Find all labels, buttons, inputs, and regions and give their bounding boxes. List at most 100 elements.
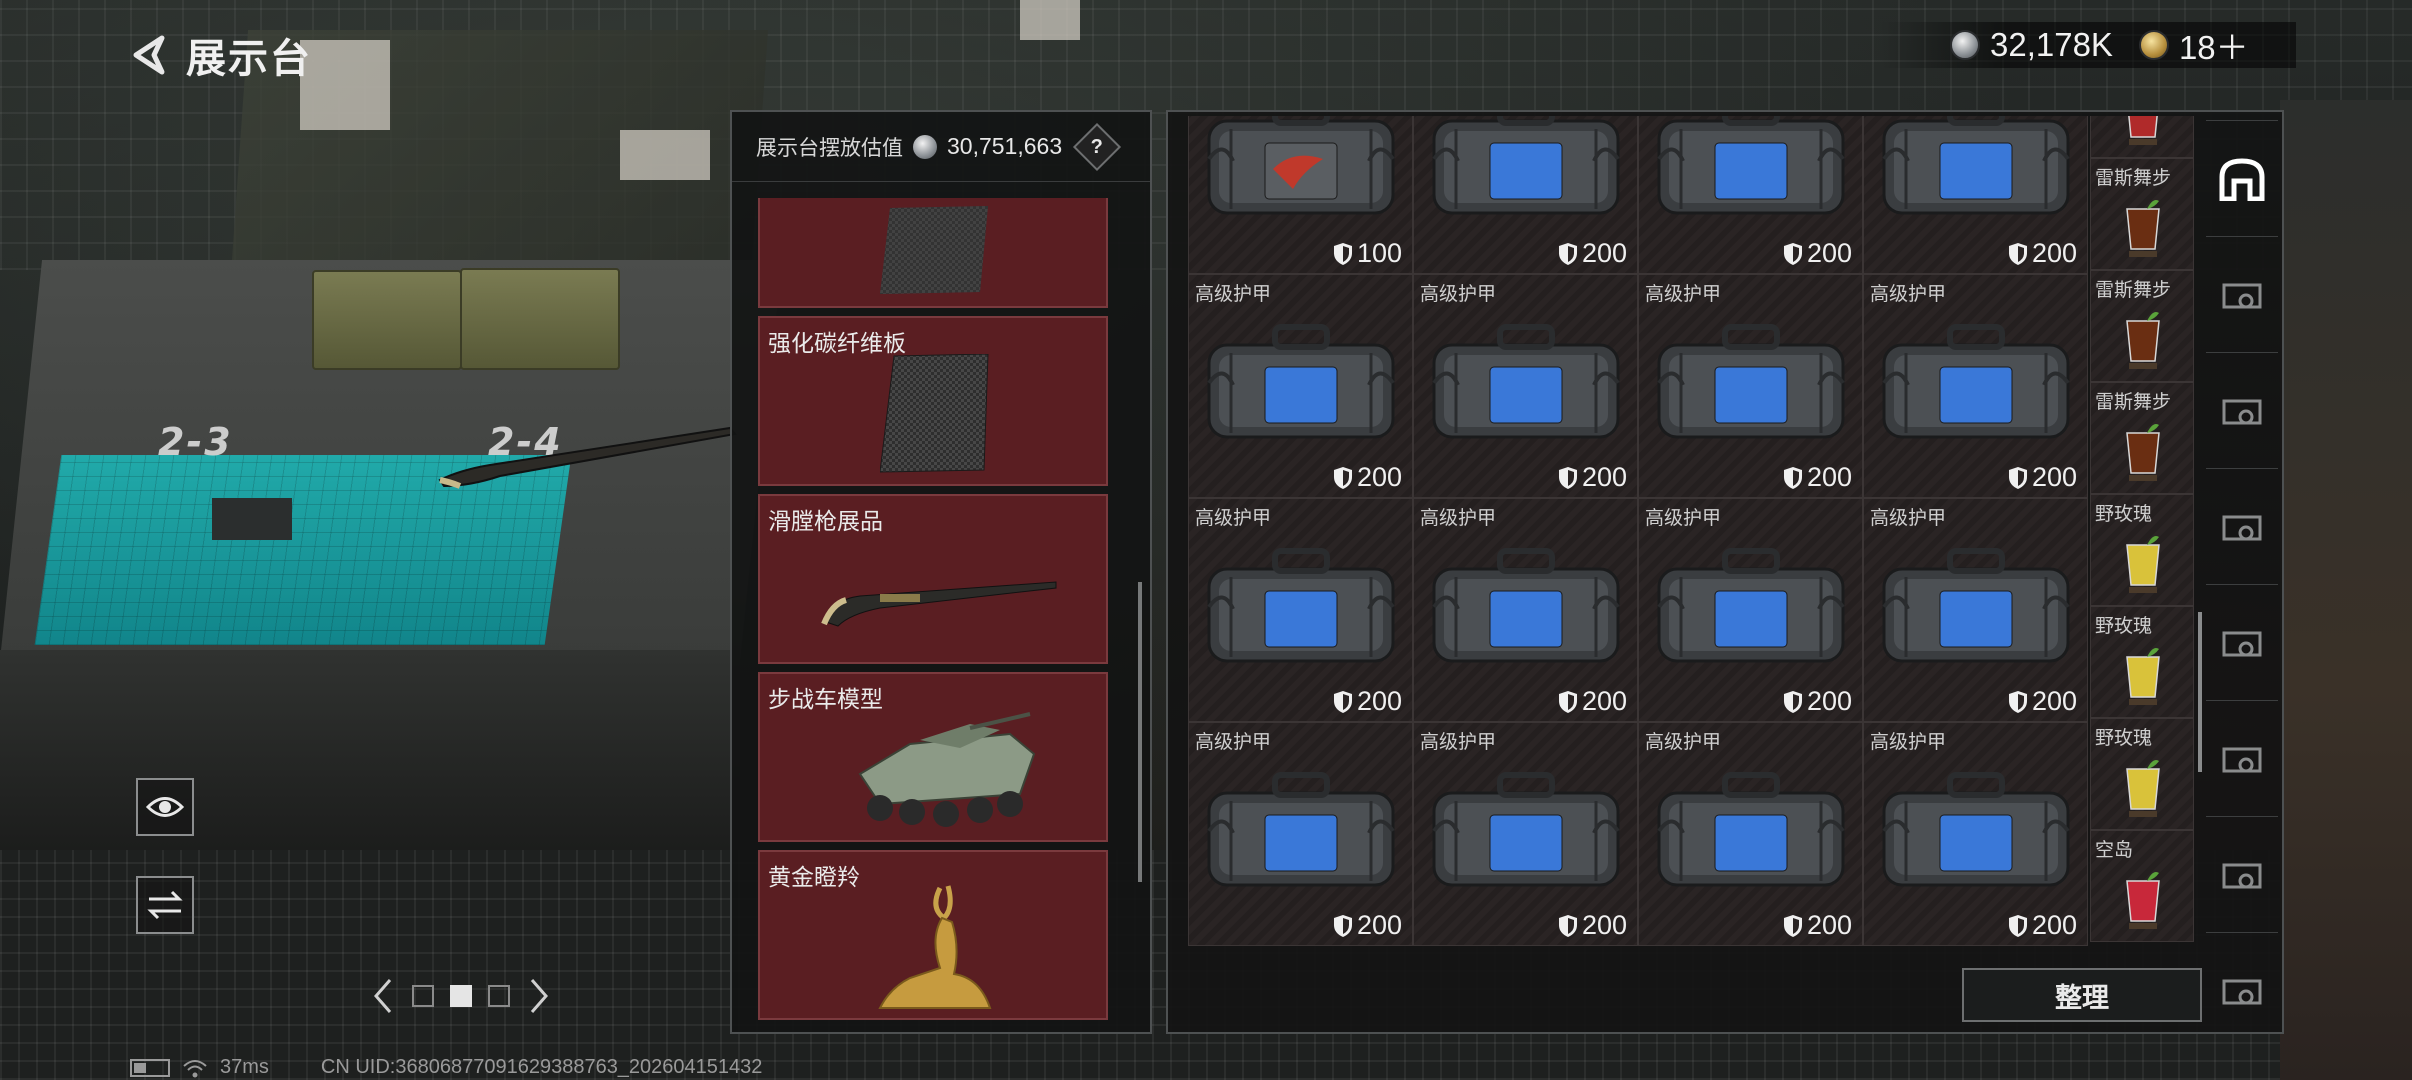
armor-bag-image	[1653, 547, 1849, 667]
help-button[interactable]: ?	[1073, 122, 1122, 171]
durability-badge: 200	[2008, 686, 2077, 717]
ammo-crate	[312, 270, 462, 370]
page-dot[interactable]	[488, 985, 510, 1007]
inventory-grid[interactable]: 100 200 200 200 高级护甲 200 高级护甲 200 高级护甲 200 高级护甲 200…	[1188, 116, 2244, 966]
durability-value: 200	[1356, 910, 1402, 940]
armor-bag-image	[1428, 116, 1624, 219]
iv-vehicle-icon	[2222, 979, 2262, 1004]
shield-icon	[1558, 690, 1577, 713]
drink-name: 雷斯舞步	[2095, 280, 2172, 301]
display-item-list[interactable]: 强化碳纤维板 滑膛枪展品 步战车模型 黄金瞪羚	[758, 198, 1108, 1024]
prev-page-icon[interactable]	[370, 976, 396, 1016]
eye-icon	[145, 797, 185, 817]
item-name: 高级护甲	[1420, 508, 1497, 529]
cocktail-glass-icon	[2126, 872, 2160, 929]
display-card[interactable]: 强化碳纤维板	[758, 316, 1108, 486]
page-dot-active[interactable]	[450, 985, 472, 1007]
display-card[interactable]	[758, 198, 1108, 308]
item-name: 高级护甲	[1645, 508, 1722, 529]
inventory-item-armor[interactable]: 200	[1638, 116, 1863, 274]
durability-value: 200	[1806, 238, 1852, 268]
page-dot[interactable]	[412, 985, 434, 1007]
armor-bag-image	[1203, 547, 1399, 667]
hafbi-coin-icon	[1950, 30, 1980, 60]
durability-value: 200	[1806, 910, 1852, 940]
premium-balance[interactable]: 18＋	[2179, 21, 2249, 69]
page-title: 展示台	[186, 37, 312, 81]
inventory-item-armor[interactable]: 高级护甲 200	[1413, 274, 1638, 498]
desk-front	[0, 650, 740, 850]
cocktail-glass-icon	[2126, 648, 2160, 705]
carbon-plate-on-mat	[212, 498, 292, 540]
inventory-item-armor[interactable]: 高级护甲 200	[1413, 498, 1638, 722]
inventory-item-drink[interactable]: 野玫瑰	[2090, 606, 2194, 718]
inventory-item-armor[interactable]: 高级护甲 200	[1863, 274, 2088, 498]
display-card[interactable]: 滑膛枪展品	[758, 494, 1108, 664]
armor-bag-image	[1653, 771, 1849, 891]
durability-badge: 200	[2008, 910, 2077, 941]
inventory-item-armor[interactable]: 100	[1188, 116, 1413, 274]
display-card[interactable]: 黄金瞪羚	[758, 850, 1108, 1020]
inventory-item-armor[interactable]: 高级护甲 200	[1638, 274, 1863, 498]
inventory-item-drink[interactable]: 雷斯舞步	[2090, 382, 2194, 494]
armor-bag-image	[1428, 771, 1624, 891]
inventory-item-drink[interactable]: 野玫瑰	[2090, 718, 2194, 830]
category-tab[interactable]	[2206, 932, 2278, 1048]
shield-icon	[1333, 242, 1352, 265]
inventory-item-armor[interactable]: 高级护甲 200	[1638, 722, 1863, 946]
item-name: 高级护甲	[1870, 284, 1947, 305]
wall-paper	[620, 130, 710, 180]
inventory-item-armor[interactable]: 200	[1413, 116, 1638, 274]
armor-bag-image	[1203, 771, 1399, 891]
inventory-panel: 100 200 200 200 高级护甲 200 高级护甲 200 高级护甲 200 高级护甲 200…	[1166, 110, 2284, 1034]
display-value: 30,751,663	[947, 133, 1063, 159]
swap-button[interactable]	[136, 876, 194, 934]
category-tab[interactable]	[2206, 120, 2278, 236]
durability-value: 200	[1581, 910, 1627, 940]
back-arrow-icon[interactable]	[128, 34, 168, 76]
inventory-item-armor[interactable]: 高级护甲 200	[1188, 498, 1413, 722]
inventory-item-armor[interactable]: 高级护甲 200	[1188, 274, 1413, 498]
inventory-item-armor[interactable]: 高级护甲 200	[1863, 498, 2088, 722]
shield-icon	[1783, 690, 1802, 713]
category-tab[interactable]	[2206, 236, 2278, 352]
durability-badge: 200	[1783, 462, 1852, 493]
durability-value: 200	[2031, 238, 2077, 268]
view-toggle-button[interactable]	[136, 778, 194, 836]
inventory-item-drink[interactable]: 野玫瑰	[2090, 494, 2194, 606]
inventory-item-drink[interactable]	[2090, 116, 2194, 158]
display-list-scrollbar[interactable]	[1138, 582, 1142, 882]
inventory-item-drink[interactable]: 空岛	[2090, 830, 2194, 942]
category-tab[interactable]	[2206, 700, 2278, 816]
armor-bag-image	[1203, 323, 1399, 443]
shield-icon	[2008, 914, 2027, 937]
inventory-item-armor[interactable]: 高级护甲 200	[1413, 722, 1638, 946]
header-back-group: 展示台	[128, 26, 312, 84]
golden-gazelle-image	[878, 885, 992, 1009]
question-icon: ?	[1091, 135, 1104, 157]
display-card[interactable]: 步战车模型	[758, 672, 1108, 842]
sort-button[interactable]: 整理	[1962, 968, 2202, 1022]
durability-badge: 200	[2008, 462, 2077, 493]
armor-iv-icon	[2222, 515, 2262, 540]
coin-balance[interactable]: 32,178K	[1990, 26, 2113, 64]
durability-badge: 200	[1558, 238, 1627, 269]
durability-value: 200	[1356, 462, 1402, 492]
inventory-item-drink[interactable]: 雷斯舞步	[2090, 270, 2194, 382]
inventory-item-armor[interactable]: 200	[1863, 116, 2088, 274]
inventory-item-armor[interactable]: 高级护甲 200	[1188, 722, 1413, 946]
category-tab[interactable]	[2206, 468, 2278, 584]
armor-case-icon	[2222, 399, 2262, 424]
inventory-scrollbar[interactable]	[2198, 612, 2202, 772]
item-name: 高级护甲	[1645, 284, 1722, 305]
inventory-item-armor[interactable]: 高级护甲 200	[1638, 498, 1863, 722]
inventory-item-drink[interactable]: 雷斯舞步	[2090, 158, 2194, 270]
inventory-item-armor[interactable]: 高级护甲 200	[1863, 722, 2088, 946]
shield-icon	[1333, 690, 1352, 713]
category-tab[interactable]	[2206, 352, 2278, 468]
display-card-name: 黄金瞪羚	[768, 864, 860, 890]
next-page-icon[interactable]	[526, 976, 552, 1016]
category-tab[interactable]	[2206, 816, 2278, 932]
category-tab[interactable]	[2206, 584, 2278, 700]
drink-name: 野玫瑰	[2095, 728, 2153, 749]
